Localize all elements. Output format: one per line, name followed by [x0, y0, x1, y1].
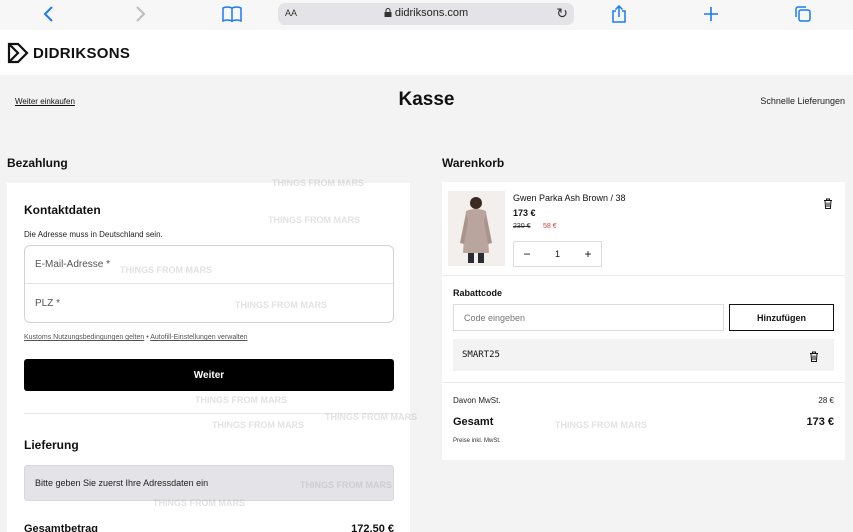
forward-arrow-icon[interactable]: [128, 3, 152, 25]
didriksons-logo-icon: [7, 42, 29, 64]
continue-button[interactable]: Weiter: [24, 359, 394, 391]
link-separator: •: [146, 334, 149, 341]
quantity-stepper: − 1 +: [513, 241, 602, 267]
back-arrow-icon[interactable]: [37, 3, 61, 25]
increase-quantity-button[interactable]: +: [581, 247, 595, 261]
product-old-price: 230 €: [513, 223, 531, 230]
quantity-value: 1: [554, 249, 560, 259]
product-image[interactable]: [448, 191, 505, 266]
page-title: Kasse: [398, 89, 455, 110]
zip-field[interactable]: PLZ *: [25, 284, 393, 322]
delivery-title: Lieferung: [24, 438, 79, 452]
watermark-text: THINGS FROM MARS: [212, 420, 304, 430]
watermark-text: THINGS FROM MARS: [268, 215, 360, 225]
applied-coupon-code: SMART25: [462, 350, 500, 360]
payment-total-row: Gesamtbetrag 172,50 €: [24, 523, 394, 532]
watermark-text: THINGS FROM MARS: [153, 498, 245, 508]
bookmarks-book-icon[interactable]: [220, 3, 244, 25]
address-bar[interactable]: AA didriksons.com ↻: [278, 3, 574, 25]
terms-link[interactable]: Kustoms Nutzungsbedingungen gelten: [24, 334, 144, 341]
watermark-text: THINGS FROM MARS: [325, 412, 417, 422]
divider: [442, 382, 845, 383]
cart-total-value: 173 €: [806, 416, 834, 428]
tabs-overview-icon[interactable]: [791, 3, 815, 25]
decrease-quantity-button[interactable]: −: [520, 247, 534, 261]
tax-value: 28 €: [818, 396, 834, 405]
url-text: didriksons.com: [278, 7, 574, 19]
payment-total-value: 172,50 €: [351, 523, 394, 532]
watermark-text: THINGS FROM MARS: [300, 480, 392, 490]
coupon-label: Rabattcode: [453, 288, 503, 298]
price-note: Preise inkl. MwSt.: [453, 438, 501, 444]
legal-links: Kustoms Nutzungsbedingungen gelten • Aut…: [24, 334, 248, 341]
browser-toolbar: AA didriksons.com ↻: [0, 0, 853, 30]
payment-section-title: Bezahlung: [7, 156, 68, 170]
contact-title: Kontaktdaten: [24, 203, 101, 217]
product-price: 173 €: [513, 208, 536, 218]
cart-section-title: Warenkorb: [442, 156, 505, 170]
watermark-text: THINGS FROM MARS: [272, 178, 364, 188]
checkout-nav: Weiter einkaufen Kasse Schnelle Lieferun…: [0, 75, 853, 130]
cart-total-label: Gesamt: [453, 416, 494, 428]
reload-icon[interactable]: ↻: [556, 5, 568, 22]
add-coupon-button[interactable]: Hinzufügen: [729, 304, 834, 331]
lock-icon: [384, 8, 392, 17]
product-name[interactable]: Gwen Parka Ash Brown / 38: [513, 193, 626, 203]
remove-coupon-trash-icon[interactable]: [809, 349, 821, 362]
brand-name: DIDRIKSONS: [33, 44, 131, 62]
watermark-text: THINGS FROM MARS: [195, 395, 287, 405]
remove-item-trash-icon[interactable]: [823, 196, 835, 209]
cart-card: Gwen Parka Ash Brown / 38 173 € 230 € 58…: [442, 182, 845, 460]
fast-delivery-text: Schnelle Lieferungen: [760, 96, 845, 106]
divider: [442, 275, 845, 276]
brand-logo[interactable]: DIDRIKSONS: [7, 42, 130, 64]
contact-fields: E-Mail-Adresse * PLZ *: [24, 245, 394, 323]
payment-total-label: Gesamtbetrag: [24, 523, 98, 532]
new-tab-plus-icon[interactable]: [699, 3, 723, 25]
contact-note: Die Adresse muss in Deutschland sein.: [24, 230, 163, 239]
share-icon[interactable]: [607, 3, 631, 25]
coupon-input[interactable]: Code eingeben: [453, 304, 724, 331]
autofill-settings-link[interactable]: Autofill-Einstellungen verwalten: [150, 334, 247, 341]
tax-row: Davon MwSt. 28 €: [453, 396, 834, 405]
site-header: DIDRIKSONS: [0, 30, 853, 75]
watermark-text: THINGS FROM MARS: [235, 300, 327, 310]
product-discount: 58 €: [543, 223, 557, 230]
tax-label: Davon MwSt.: [453, 396, 501, 405]
watermark-text: THINGS FROM MARS: [555, 420, 647, 430]
applied-coupon: SMART25: [453, 339, 834, 371]
watermark-text: THINGS FROM MARS: [120, 265, 212, 275]
